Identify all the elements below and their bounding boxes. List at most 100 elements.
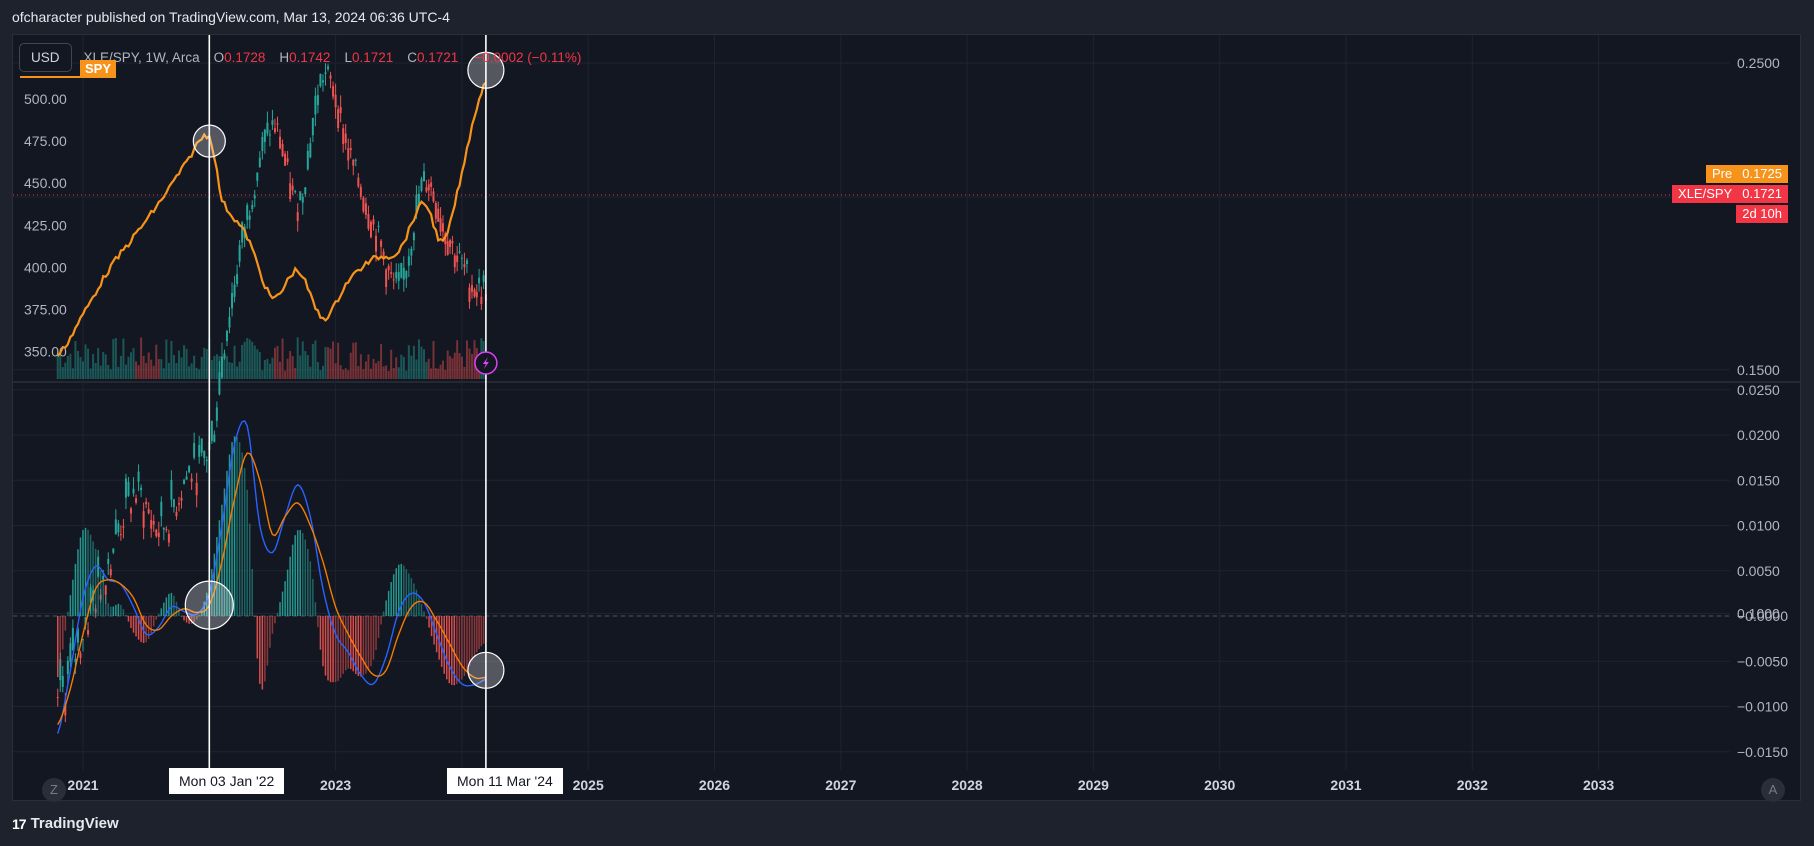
candle-body xyxy=(152,521,155,525)
macd-histogram-bar xyxy=(231,442,233,616)
candle-body xyxy=(342,128,345,145)
volume-bar xyxy=(446,350,449,379)
macd-histogram-bar xyxy=(274,616,276,624)
macd-histogram-bar xyxy=(264,616,266,682)
time-axis-label: 2031 xyxy=(1330,777,1361,793)
macd-histogram-bar xyxy=(350,616,352,670)
candle-body xyxy=(284,153,287,166)
macd-histogram-bar xyxy=(132,616,135,633)
macd-histogram-bar xyxy=(117,603,120,616)
auto-scale-button[interactable]: A xyxy=(1761,778,1785,802)
volume-bar xyxy=(185,348,188,379)
volume-bar xyxy=(200,356,203,379)
candle-body xyxy=(160,501,163,517)
volume-bar xyxy=(167,362,170,379)
macd-histogram-bar xyxy=(238,442,241,616)
macd-histogram-bar xyxy=(294,535,296,616)
volume-bar xyxy=(190,363,193,379)
spy-axis-label: 400.00 xyxy=(24,259,67,275)
chart-svg[interactable]: 0.25000.20000.15000.1000500.00475.00450.… xyxy=(0,0,1814,846)
candle-body xyxy=(127,481,130,496)
volume-bar xyxy=(299,355,302,379)
macd-histogram-bar xyxy=(314,602,317,616)
candle-body xyxy=(281,144,284,157)
candle-body xyxy=(79,653,82,658)
candle-body xyxy=(369,221,372,238)
signal-line xyxy=(57,452,486,725)
time-axis-label: 2021 xyxy=(67,777,98,793)
zoom-reset-button[interactable]: Z xyxy=(42,778,66,802)
macd-axis-label: 0.0200 xyxy=(1737,427,1780,443)
macd-histogram-bar xyxy=(347,616,349,669)
spy-axis-label: 450.00 xyxy=(24,175,67,191)
candle-body xyxy=(387,265,390,271)
volume-bar xyxy=(119,355,122,379)
macd-histogram-bar xyxy=(473,616,476,657)
volume-bar xyxy=(412,345,415,379)
volume-bar xyxy=(152,365,155,379)
candle-body xyxy=(412,232,415,241)
volume-bar xyxy=(238,361,241,379)
volume-bar xyxy=(329,348,332,379)
macd-histogram-bar xyxy=(233,436,236,616)
macd-histogram-bar xyxy=(423,611,425,616)
volume-bar xyxy=(64,362,67,379)
volume-bar xyxy=(172,354,175,379)
volume-bar xyxy=(145,363,148,379)
volume-bar xyxy=(236,366,239,379)
macd-histogram-bar xyxy=(322,616,324,667)
macd-histogram-bar xyxy=(185,616,188,623)
macd-histogram-bar xyxy=(266,616,269,666)
volume-bar xyxy=(183,345,186,379)
macd-histogram-bar xyxy=(72,579,74,616)
macd-histogram-bar xyxy=(104,595,107,616)
spy-axis-label: 425.00 xyxy=(24,217,67,233)
macd-histogram-bar xyxy=(74,563,77,616)
macd-histogram-bar xyxy=(150,616,152,634)
macd-axis-label: −0.0050 xyxy=(1737,653,1788,669)
currency-button[interactable]: USD xyxy=(19,42,72,72)
candle-body xyxy=(261,137,264,152)
macd-histogram-bar xyxy=(56,616,59,678)
volume-bar xyxy=(233,345,236,379)
candle-body xyxy=(301,196,304,203)
candle-body xyxy=(137,471,140,482)
volume-bar xyxy=(444,369,447,379)
macd-histogram-bar xyxy=(62,616,64,650)
volume-bar xyxy=(375,363,378,379)
overlay-symbol-tag[interactable]: SPY xyxy=(80,60,117,78)
candle-body xyxy=(246,205,249,221)
macd-histogram-bar xyxy=(84,527,87,616)
volume-bar xyxy=(434,368,437,379)
macd-histogram-bar xyxy=(115,604,117,616)
candle-body xyxy=(102,576,105,580)
volume-bar xyxy=(465,340,468,379)
macd-histogram-bar xyxy=(324,616,327,676)
candle-body xyxy=(400,262,403,278)
macd-histogram-bar xyxy=(448,616,451,684)
volume-bar xyxy=(225,356,228,379)
macd-histogram-bar xyxy=(382,611,385,616)
macd-histogram-bar xyxy=(372,616,375,660)
candle-body xyxy=(321,80,324,83)
volume-bar xyxy=(177,350,180,379)
tradingview-brand[interactable]: 17 TradingView xyxy=(12,815,119,832)
macd-histogram-bar xyxy=(445,616,448,680)
macd-histogram-bar xyxy=(471,616,473,661)
volume-bar xyxy=(112,339,115,379)
volume-bar xyxy=(213,356,216,379)
time-axis-label: 2030 xyxy=(1204,777,1235,793)
macd-histogram-bar xyxy=(451,616,453,686)
candle-body xyxy=(150,519,153,529)
candle-body xyxy=(69,643,72,662)
candle-body xyxy=(200,438,203,453)
volume-bar xyxy=(175,362,178,379)
candle-body xyxy=(449,240,452,247)
candle-body xyxy=(119,534,122,536)
volume-bar xyxy=(314,340,317,379)
candle-body xyxy=(251,205,254,209)
candle-body xyxy=(463,264,466,268)
volume-bar xyxy=(306,355,309,379)
volume-bar xyxy=(137,365,140,379)
volume-bar xyxy=(71,368,74,379)
